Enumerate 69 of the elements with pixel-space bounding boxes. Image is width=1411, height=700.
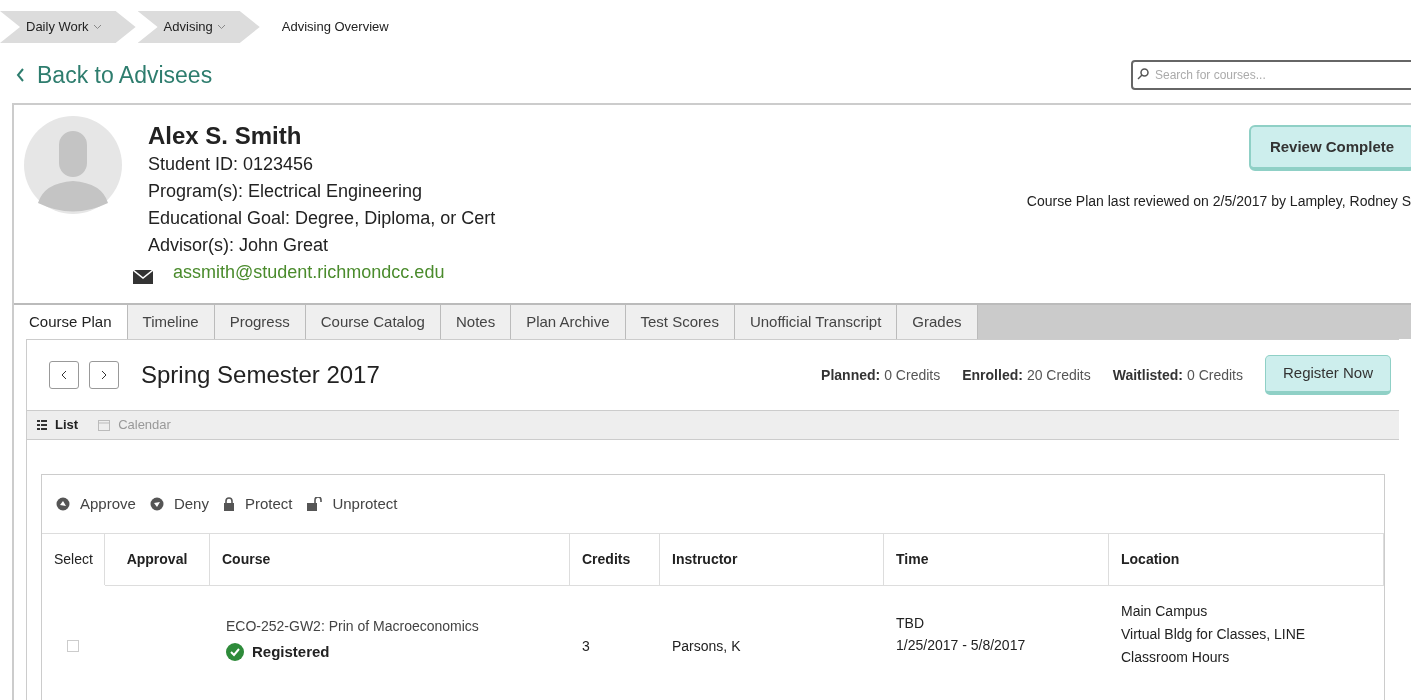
column-header: Time	[884, 533, 1109, 585]
tab[interactable]: Grades	[897, 305, 978, 339]
action-link[interactable]: Deny	[149, 492, 209, 516]
review-complete-button[interactable]: Review Complete	[1249, 125, 1411, 171]
tab[interactable]: Notes	[440, 305, 512, 339]
table-cell-text: TBD	[896, 614, 925, 633]
credit-label: Planned:	[821, 365, 881, 385]
search-icon	[1137, 68, 1149, 80]
tab[interactable]: Test Scores	[625, 305, 735, 339]
lock-icon	[222, 497, 235, 511]
avatar-icon	[24, 115, 122, 215]
column-header: Course	[210, 533, 570, 585]
action-link[interactable]: Protect	[222, 492, 293, 516]
credit-value: 20 Credits	[1026, 365, 1091, 385]
view-toggle[interactable]: List	[37, 415, 79, 435]
list-icon	[37, 420, 47, 430]
column-header: Instructor	[660, 533, 884, 585]
register-now-button[interactable]: Register Now	[1265, 355, 1391, 395]
check-circle-icon	[226, 643, 244, 662]
tab[interactable]: Progress	[214, 305, 306, 339]
email-link[interactable]: assmith@student.richmondcc.edu	[173, 259, 445, 286]
credit-value: 0 Credits	[884, 365, 941, 385]
approve-icon	[56, 497, 70, 511]
action-link[interactable]: Approve	[56, 492, 136, 516]
registration-status: Registered	[252, 642, 330, 662]
chevron-down-icon	[92, 24, 102, 30]
term-title: Spring Semester 2017	[141, 360, 380, 390]
table-cell: 3	[582, 638, 590, 654]
action-link[interactable]: Unprotect	[306, 492, 398, 516]
review-note: Course Plan last reviewed on 2/5/2017 by Lampley, Rodney S	[1026, 192, 1411, 211]
back-link[interactable]: Back to Advisees	[16, 57, 213, 93]
envelope-icon	[133, 269, 153, 284]
row-checkbox[interactable]	[67, 639, 79, 652]
credit-label: Enrolled:	[962, 365, 1023, 385]
tab[interactable]: Timeline	[127, 305, 215, 339]
table-cell-text: Virtual Bldg for Classes, LINE	[1121, 625, 1307, 644]
column-header: Approval	[105, 533, 210, 585]
chevron-left-icon	[16, 68, 25, 82]
chevron-left-icon	[61, 370, 67, 380]
tab[interactable]: Course Catalog	[305, 305, 441, 339]
course-title: ECO-252-GW2: Prin of Macroeconomics	[226, 617, 480, 636]
breadcrumb[interactable]: Advising	[137, 11, 260, 43]
calendar-icon	[98, 419, 111, 431]
tab[interactable]: Unofficial Transcript	[734, 305, 898, 339]
student-detail: Educational Goal: Degree, Diploma, or Cert	[148, 207, 496, 230]
table-cell-text: Main Campus	[1121, 602, 1209, 621]
search-field[interactable]: Search for courses...	[1131, 60, 1411, 90]
tab[interactable]: Plan Archive	[511, 305, 626, 339]
student-detail: Student ID: 0123456	[148, 153, 315, 176]
table-cell-text: 1/25/2017 - 5/8/2017	[896, 636, 1027, 655]
previous-button[interactable]	[49, 361, 79, 389]
chevron-down-icon	[216, 24, 226, 30]
breadcrumb[interactable]: Daily Work	[0, 11, 136, 43]
next-button[interactable]	[89, 361, 119, 389]
credit-label: Waitlisted:	[1112, 365, 1183, 385]
student-detail: Program(s): Electrical Engineering	[148, 180, 424, 203]
column-header: Credits	[570, 533, 660, 585]
tab[interactable]: Course Plan	[14, 305, 128, 339]
table-cell: Parsons, K	[672, 638, 741, 654]
credit-value: 0 Credits	[1186, 365, 1243, 385]
deny-icon	[149, 497, 164, 511]
column-header: Select	[42, 533, 105, 585]
student-name: Alex S. Smith	[148, 121, 303, 151]
student-detail: Advisor(s): John Great	[148, 234, 330, 257]
column-header: Location	[1109, 533, 1384, 585]
table-cell-text: Classroom Hours	[1121, 648, 1231, 667]
breadcrumb[interactable]: Advising Overview	[261, 11, 389, 43]
chevron-right-icon	[101, 370, 107, 380]
unlock-icon	[306, 497, 323, 511]
